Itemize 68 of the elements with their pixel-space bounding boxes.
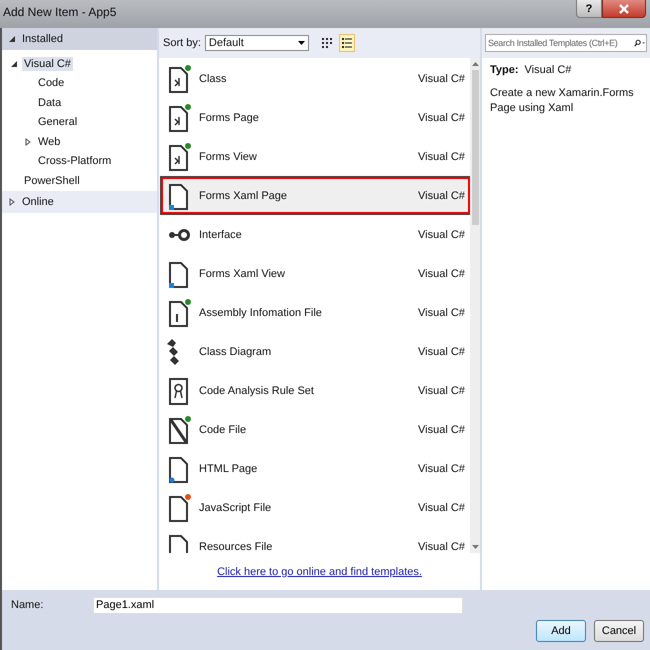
- template-language: Visual C#: [418, 502, 466, 514]
- sort-dropdown[interactable]: Default: [204, 35, 309, 51]
- template-row[interactable]: Forms Xaml Page Visual C#: [161, 177, 470, 214]
- cancel-button[interactable]: Cancel: [594, 620, 644, 642]
- help-button[interactable]: ?: [576, 0, 602, 18]
- template-language: Visual C#: [418, 190, 466, 202]
- close-button[interactable]: [602, 0, 646, 18]
- file-icon: [167, 492, 191, 522]
- tree-item[interactable]: Cross-Platform: [36, 154, 114, 168]
- close-icon: [619, 4, 629, 14]
- file-icon: [167, 64, 191, 94]
- file-icon: [167, 414, 191, 444]
- template-language: Visual C#: [418, 540, 466, 552]
- template-language: Visual C#: [418, 346, 466, 358]
- tree-item[interactable]: Visual C#: [22, 56, 73, 71]
- diagram-icon: [167, 338, 179, 364]
- window-title: Add New Item - App5: [3, 5, 116, 19]
- collapsed-arrow-icon[interactable]: [24, 138, 32, 146]
- file-icon: [167, 298, 191, 328]
- template-language: Visual C#: [418, 268, 466, 280]
- type-value: Visual C#: [524, 64, 572, 76]
- search-icon: [633, 34, 647, 52]
- template-language: Visual C#: [418, 384, 466, 396]
- name-field[interactable]: Page1.xaml: [93, 596, 463, 614]
- template-language: Visual C#: [418, 424, 466, 436]
- tree-item[interactable]: Web: [36, 134, 62, 149]
- type-label: Type:: [490, 64, 519, 76]
- add-button[interactable]: Add: [536, 620, 586, 642]
- scroll-down-icon[interactable]: [472, 545, 478, 549]
- file-icon: [167, 102, 191, 132]
- template-language: Visual C#: [418, 462, 466, 474]
- tree-item[interactable]: PowerShell: [22, 174, 82, 188]
- tree-item[interactable]: General: [36, 115, 80, 130]
- collapsed-arrow-icon[interactable]: [8, 198, 16, 206]
- template-row[interactable]: Resources File Visual C#: [161, 528, 470, 553]
- file-icon: [167, 142, 191, 172]
- template-language: Visual C#: [418, 150, 466, 162]
- template-row[interactable]: JavaScript File Visual C#: [161, 489, 470, 526]
- tree-item[interactable]: Data: [36, 96, 64, 110]
- description-text: Create a new Xamarin.Forms Page using Xaml: [490, 86, 635, 116]
- template-row[interactable]: Forms View Visual C#: [161, 138, 470, 175]
- tree-item[interactable]: Code: [36, 76, 66, 90]
- interface-icon: [167, 228, 191, 240]
- template-row[interactable]: Forms Page Visual C#: [161, 99, 470, 136]
- expanded-arrow-icon[interactable]: [10, 60, 18, 68]
- template-language: Visual C#: [418, 228, 466, 240]
- dropdown-arrow-icon: [298, 41, 305, 45]
- online-templates-link[interactable]: Click here to go online and find templates.: [217, 566, 422, 578]
- template-language: Visual C#: [418, 112, 466, 124]
- template-row[interactable]: Code File Visual C#: [161, 411, 470, 448]
- scroll-up-icon[interactable]: [472, 62, 478, 66]
- tree-item[interactable]: Online: [20, 194, 56, 208]
- template-row[interactable]: Code Analysis Rule Set Visual C#: [161, 372, 470, 409]
- template-language: Visual C#: [418, 306, 466, 318]
- template-row[interactable]: Interface Visual C#: [161, 216, 470, 253]
- template-row[interactable]: Forms Xaml View Visual C#: [161, 255, 470, 292]
- template-language: Visual C#: [418, 72, 466, 84]
- template-row[interactable]: Class Visual C#: [161, 60, 470, 97]
- expanded-arrow-icon[interactable]: [8, 35, 16, 43]
- tree-item[interactable]: Installed: [20, 32, 65, 46]
- template-row[interactable]: Assembly Infomation File Visual C#: [161, 294, 470, 331]
- search-field[interactable]: Search Installed Templates (Ctrl+E): [482, 28, 650, 58]
- template-row[interactable]: Class Diagram Visual C#: [161, 333, 470, 370]
- ribbon-icon: [167, 376, 191, 406]
- template-row[interactable]: HTML Page Visual C#: [161, 450, 470, 487]
- name-label: Name:: [10, 599, 44, 611]
- list-view-button[interactable]: [338, 34, 355, 52]
- sort-label: Sort by:: [163, 37, 201, 49]
